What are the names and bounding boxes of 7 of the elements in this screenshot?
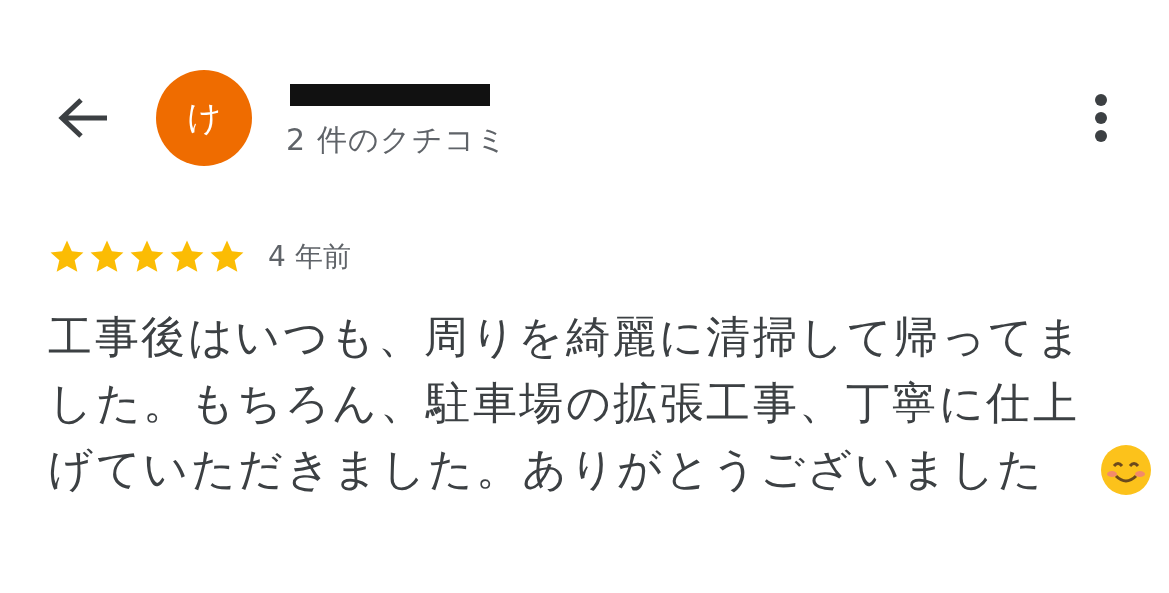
review-count: 2 件のクチコミ (286, 120, 509, 159)
review-text: 工事後はいつも、周りを綺麗に清掃して帰ってました。もちろん、駐車場の拡張工事、丁寧に仕上げていただきました。ありがとうございました (48, 310, 1084, 496)
review-time: 4 年前 (268, 239, 351, 275)
avatar: け (156, 70, 252, 166)
back-arrow-icon (57, 96, 109, 140)
smiley-icon (1100, 444, 1152, 496)
more-vertical-icon (1094, 93, 1108, 143)
